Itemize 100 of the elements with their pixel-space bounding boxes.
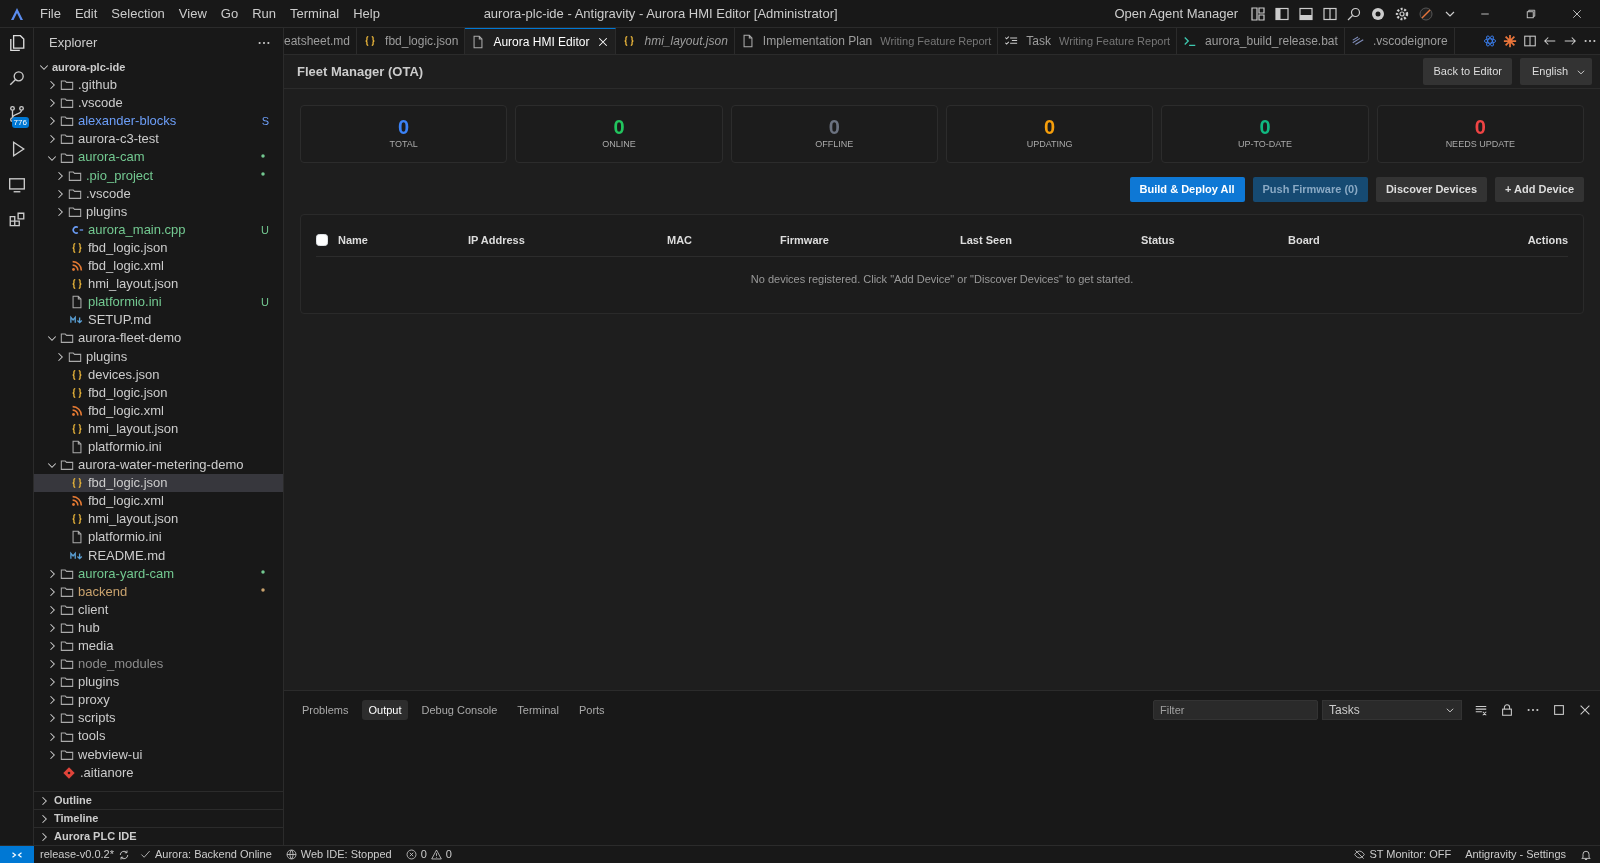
panel-tab[interactable]: Ports (572, 699, 611, 721)
st-monitor-status[interactable]: ST Monitor: OFF (1354, 846, 1452, 863)
tree-file[interactable]: devices.json (34, 365, 283, 384)
tree-file[interactable]: .aitianore (34, 763, 283, 782)
tab-label: Implementation Plan (762, 33, 873, 50)
sidebar-title: Explorer (49, 34, 98, 53)
stat-label: ONLINE (602, 138, 636, 152)
tree-file[interactable]: aurora_main.cpp U (34, 220, 283, 239)
tree-folder[interactable]: aurora-plc-ide (34, 58, 283, 77)
tree-folder[interactable]: aurora-cam (34, 148, 283, 167)
settings-status[interactable]: Antigravity - Settings (1465, 846, 1566, 863)
tree-folder[interactable]: tools (34, 727, 283, 746)
section-header[interactable]: Timeline (34, 809, 283, 827)
panel-tab[interactable]: Debug Console (415, 699, 504, 721)
editor-tab[interactable]: Task Writing Feature Report (998, 28, 1178, 54)
tree-file[interactable]: fbd_logic.xml (34, 492, 283, 511)
count-badge: 776 (11, 117, 29, 129)
agent-manager-link[interactable]: Open Agent Manager (1114, 3, 1238, 24)
tree-folder[interactable]: plugins (34, 673, 283, 692)
action-button[interactable]: + Add Device (1495, 177, 1584, 202)
menu-item[interactable]: Run (245, 3, 283, 24)
tree-folder[interactable]: alexander-blocks S (34, 112, 283, 131)
column-header: IP Address (468, 232, 526, 248)
back-button[interactable]: Back to Editor (1423, 58, 1512, 85)
tree-folder[interactable]: node_modules (34, 655, 283, 674)
filter-field[interactable]: Filter (1153, 700, 1318, 720)
tree-file[interactable]: platformio.ini U (34, 293, 283, 312)
stat-value: 0 (613, 116, 625, 139)
tree-folder[interactable]: proxy (34, 691, 283, 710)
tree-file[interactable]: README.md (34, 546, 283, 565)
editor-tab[interactable]: .vscodeignore (1344, 28, 1455, 54)
editor-tab[interactable]: Implementation Plan Writing Feature Report (734, 28, 999, 54)
section-header[interactable]: Outline (34, 791, 283, 809)
tree-file[interactable]: fbd_logic.json (34, 474, 283, 493)
tree-folder[interactable]: aurora-fleet-demo (34, 329, 283, 348)
tree-folder[interactable]: webview-ui (34, 745, 283, 764)
tree-folder[interactable]: .vscode (34, 94, 283, 113)
tab-label: fbd_logic.json (385, 33, 459, 50)
decoration-letter: U (261, 222, 269, 238)
color-label: node_modules (78, 655, 165, 674)
tree-folder[interactable]: .github (34, 76, 283, 95)
menu-item[interactable]: Go (213, 3, 246, 24)
decoration-letter: S (261, 114, 269, 130)
tab-description: Writing Feature Report (1059, 33, 1171, 49)
column-header: Board (1288, 232, 1321, 248)
web-ide-status[interactable]: Web IDE: Stopped (285, 846, 392, 863)
editor-tab[interactable]: eatsheet.md (284, 28, 358, 54)
menu-item[interactable]: File (33, 3, 68, 24)
tree-folder[interactable]: backend (34, 582, 283, 601)
stat-value: 0 (1044, 116, 1056, 139)
menu-item[interactable]: Help (346, 3, 387, 24)
action-button[interactable]: Build & Deploy All (1129, 177, 1245, 202)
tree-folder[interactable]: aurora-c3-test (34, 130, 283, 149)
tree-file[interactable]: fbd_logic.xml (34, 257, 283, 276)
tab-label: aurora_build_release.bat (1205, 33, 1338, 50)
tree-folder[interactable]: scripts (34, 709, 283, 728)
tree-folder[interactable]: client (34, 600, 283, 619)
tab-label: hmi_layout.json (644, 33, 728, 50)
panel-tab[interactable]: Terminal (511, 699, 565, 721)
tab-label: Aurora HMI Editor (493, 33, 590, 51)
tree-file[interactable]: fbd_logic.json (34, 238, 283, 258)
editor-tab[interactable]: aurora_build_release.bat (1177, 28, 1345, 54)
tree-folder[interactable]: aurora-yard-cam (34, 564, 283, 583)
stat-label: OFFLINE (815, 138, 854, 152)
color-label: aurora-yard-cam (78, 564, 176, 583)
backend-status[interactable]: Aurora: Backend Online (140, 846, 272, 863)
editor-tab[interactable]: Aurora HMI Editor (465, 28, 617, 54)
empty-message: No devices registered. Click "Add Device" or "Discover Devices" to get started. (749, 271, 1135, 287)
action-button[interactable]: Discover Devices (1375, 177, 1487, 202)
menu-item[interactable]: Selection (104, 3, 172, 24)
tree-folder[interactable]: plugins (34, 202, 283, 221)
tab-label: eatsheet.md (284, 33, 351, 50)
menu-item[interactable]: Edit (67, 3, 105, 24)
tree-folder[interactable]: .pio_project (34, 166, 283, 185)
menu-item[interactable]: Terminal (283, 3, 347, 24)
column-header: Name (338, 232, 369, 248)
editor-tab[interactable]: hmi_layout.json (616, 28, 735, 54)
color-label: aurora_main.cpp (88, 220, 187, 239)
tree-file[interactable]: hmi_layout.json (34, 275, 283, 294)
menu-item[interactable]: View (171, 3, 214, 24)
tree-file[interactable]: hmi_layout.json (34, 419, 283, 438)
tree-folder[interactable]: hub (34, 618, 283, 637)
tree-file[interactable]: platformio.ini (34, 437, 283, 457)
language-select[interactable]: English (1519, 58, 1592, 85)
panel-tab[interactable]: Problems (296, 699, 355, 721)
branch-item[interactable]: release-v0.0.2* (40, 846, 130, 863)
tree-folder[interactable]: plugins (34, 347, 283, 366)
channel-dropdown[interactable]: Tasks (1322, 700, 1462, 720)
tree-file[interactable]: platformio.ini (34, 528, 283, 547)
tree-folder[interactable]: media (34, 637, 283, 656)
color-label: platformio.ini (88, 293, 163, 312)
tree-file[interactable]: fbd_logic.xml (34, 401, 283, 420)
tree-file[interactable]: hmi_layout.json (34, 510, 283, 529)
problems-status[interactable]: 0 0 (405, 846, 452, 863)
tree-folder[interactable]: .vscode (34, 184, 283, 203)
tree-folder[interactable]: aurora-water-metering-demo (34, 456, 283, 475)
tab-description: Writing Feature Report (880, 33, 992, 49)
panel-tab[interactable]: Output (362, 699, 408, 721)
tree-file[interactable]: SETUP.md (34, 311, 283, 330)
tree-file[interactable]: fbd_logic.json (34, 383, 283, 402)
